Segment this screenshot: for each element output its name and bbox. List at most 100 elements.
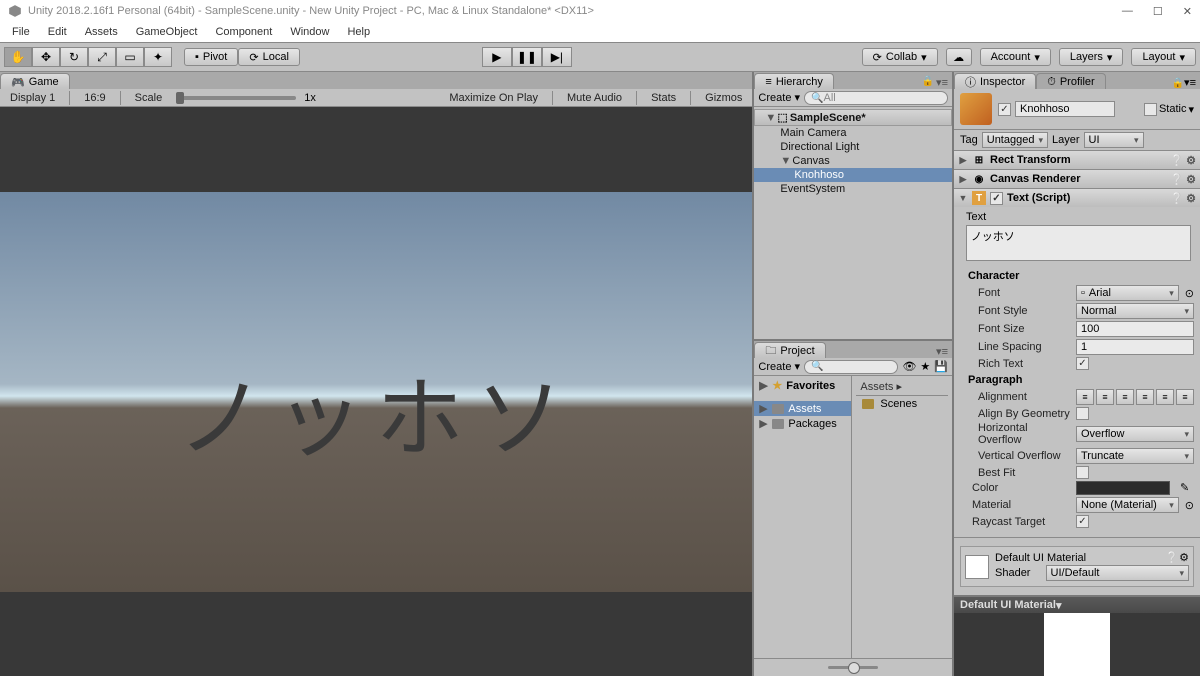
profiler-tab[interactable]: ⏱Profiler	[1036, 73, 1105, 89]
help-icon[interactable]: ❔	[1170, 173, 1184, 186]
gear-icon[interactable]: ⚙	[1179, 552, 1189, 564]
hierarchy-tab[interactable]: ≡Hierarchy	[754, 73, 834, 89]
material-field[interactable]: None (Material)	[1076, 497, 1179, 513]
account-dropdown[interactable]: Account ▾	[980, 48, 1051, 66]
richtext-checkbox[interactable]: ✓	[1076, 357, 1089, 370]
layer-dropdown[interactable]: UI	[1084, 132, 1144, 148]
cloud-button[interactable]: ☁	[946, 48, 972, 66]
alignbygeom-checkbox[interactable]	[1076, 407, 1089, 420]
maximize-toggle[interactable]: Maximize On Play	[443, 92, 544, 104]
gear-icon[interactable]: ⚙	[1186, 192, 1196, 205]
eyedropper-icon[interactable]: ✎	[1180, 481, 1194, 495]
align-top[interactable]: ≡	[1136, 389, 1154, 405]
align-bottom[interactable]: ≡	[1176, 389, 1194, 405]
menu-gameobject[interactable]: GameObject	[128, 24, 206, 40]
hierarchy-item[interactable]: Main Camera	[754, 126, 952, 140]
hierarchy-search[interactable]: 🔍All	[804, 91, 948, 105]
pivot-toggle[interactable]: ▪ Pivot	[184, 48, 238, 66]
hoverflow-dropdown[interactable]: Overflow	[1076, 426, 1194, 442]
canvas-renderer-header[interactable]: ▶◉ Canvas Renderer ❔⚙	[954, 170, 1200, 188]
project-breadcrumb[interactable]: Assets ▸	[856, 380, 948, 396]
object-name-field[interactable]	[1015, 101, 1115, 117]
shader-dropdown[interactable]: UI/Default	[1046, 565, 1189, 581]
mute-toggle[interactable]: Mute Audio	[561, 92, 628, 104]
component-enable-checkbox[interactable]: ✓	[990, 192, 1003, 205]
project-search[interactable]: 🔍	[804, 360, 898, 374]
object-picker-icon[interactable]: ⊙	[1185, 499, 1194, 512]
help-icon[interactable]: ❔	[1165, 552, 1179, 564]
rect-transform-header[interactable]: ▶⊞ Rect Transform ❔⚙	[954, 151, 1200, 169]
display-dropdown[interactable]: Display 1	[4, 92, 61, 104]
hierarchy-item[interactable]: EventSystem	[754, 182, 952, 196]
hierarchy-item[interactable]: Directional Light	[754, 140, 952, 154]
fontstyle-dropdown[interactable]: Normal	[1076, 303, 1194, 319]
game-tab[interactable]: 🎮Game	[0, 73, 70, 89]
align-right[interactable]: ≡	[1116, 389, 1134, 405]
static-toggle[interactable]: Static ▾	[1144, 103, 1194, 116]
menu-edit[interactable]: Edit	[40, 24, 75, 40]
text-textarea[interactable]: ノッホソ	[966, 225, 1191, 261]
project-zoom-slider[interactable]	[828, 666, 878, 669]
play-button[interactable]: ▶	[482, 47, 512, 67]
lock-icon[interactable]: 🔒	[1172, 78, 1184, 89]
align-center[interactable]: ≡	[1096, 389, 1114, 405]
font-field[interactable]: ▫Arial	[1076, 285, 1179, 301]
linespacing-field[interactable]	[1076, 339, 1194, 355]
pause-button[interactable]: ❚❚	[512, 47, 542, 67]
gizmos-dropdown[interactable]: Gizmos	[699, 92, 748, 104]
menu-file[interactable]: File	[4, 24, 38, 40]
project-tab[interactable]: 🗀Project	[754, 342, 825, 358]
help-icon[interactable]: ❔	[1170, 192, 1184, 205]
layout-dropdown[interactable]: Layout ▾	[1131, 48, 1196, 66]
lock-icon[interactable]: 🔒	[922, 76, 934, 89]
favorites-row[interactable]: ▶★Favorites	[754, 378, 851, 393]
transform-tool[interactable]: ✦	[144, 47, 172, 67]
object-picker-icon[interactable]: ⊙	[1185, 287, 1194, 300]
asset-folder[interactable]: Scenes	[856, 396, 948, 412]
filter-icon[interactable]: ★	[920, 360, 930, 373]
gear-icon[interactable]: ⚙	[1186, 154, 1196, 167]
help-icon[interactable]: ❔	[1170, 154, 1184, 167]
color-swatch[interactable]	[1076, 481, 1170, 495]
move-tool[interactable]: ✥	[32, 47, 60, 67]
raycast-checkbox[interactable]: ✓	[1076, 515, 1089, 528]
tag-dropdown[interactable]: Untagged	[982, 132, 1048, 148]
rotate-tool[interactable]: ↻	[60, 47, 88, 67]
save-search-icon[interactable]: 💾	[934, 360, 948, 373]
minimize-button[interactable]: —	[1122, 5, 1133, 18]
project-create[interactable]: Create ▾	[758, 360, 800, 373]
align-middle[interactable]: ≡	[1156, 389, 1174, 405]
align-left[interactable]: ≡	[1076, 389, 1094, 405]
filter-icon[interactable]: 👁	[902, 360, 916, 373]
rect-tool[interactable]: ▭	[116, 47, 144, 67]
hierarchy-item-selected[interactable]: Knohhoso	[754, 168, 952, 182]
assets-row[interactable]: ▶Assets	[754, 401, 851, 416]
scale-tool[interactable]: ⤢	[88, 47, 116, 67]
menu-window[interactable]: Window	[282, 24, 337, 40]
hierarchy-item[interactable]: ▼Canvas	[754, 154, 952, 168]
layers-dropdown[interactable]: Layers ▾	[1059, 48, 1124, 66]
menu-assets[interactable]: Assets	[77, 24, 126, 40]
scale-slider[interactable]	[176, 96, 296, 100]
text-component-header[interactable]: ▼T ✓ Text (Script) ❔⚙	[954, 189, 1200, 207]
maximize-button[interactable]: ☐	[1153, 5, 1163, 18]
gear-icon[interactable]: ⚙	[1186, 173, 1196, 186]
aspect-dropdown[interactable]: 16:9	[78, 92, 111, 104]
hand-tool[interactable]: ✋	[4, 47, 32, 67]
local-toggle[interactable]: ⟳ Local	[238, 48, 300, 66]
packages-row[interactable]: ▶Packages	[754, 416, 851, 431]
collab-dropdown[interactable]: ⟳ Collab ▾	[862, 48, 938, 66]
inspector-tab[interactable]: ⓘInspector	[954, 73, 1036, 89]
active-checkbox[interactable]: ✓	[998, 103, 1011, 116]
voverflow-dropdown[interactable]: Truncate	[1076, 448, 1194, 464]
panel-menu-icon[interactable]: ▾≡	[936, 76, 948, 89]
step-button[interactable]: ▶|	[542, 47, 572, 67]
panel-menu-icon[interactable]: ▾≡	[1184, 77, 1196, 89]
menu-help[interactable]: Help	[339, 24, 378, 40]
close-button[interactable]: ✕	[1183, 5, 1192, 18]
hierarchy-create[interactable]: Create ▾	[758, 91, 800, 104]
stats-toggle[interactable]: Stats	[645, 92, 682, 104]
bestfit-checkbox[interactable]	[1076, 466, 1089, 479]
scene-row[interactable]: ▼⬚ SampleScene*	[754, 109, 952, 126]
fontsize-field[interactable]	[1076, 321, 1194, 337]
